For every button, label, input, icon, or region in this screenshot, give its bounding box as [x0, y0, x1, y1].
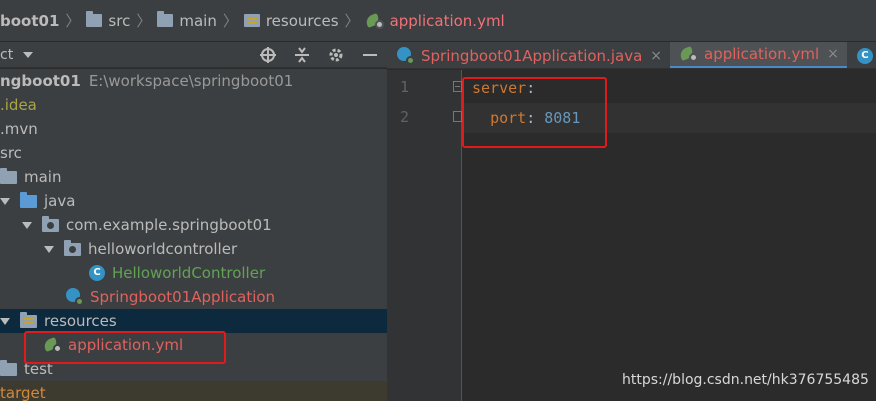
line-number: 2 — [399, 108, 409, 126]
tree-item-java[interactable]: java — [0, 189, 387, 213]
chevron-down-icon[interactable] — [0, 317, 10, 325]
tree-item-main[interactable]: main — [0, 165, 387, 189]
breadcrumb-separator: 〉 — [136, 12, 152, 30]
locate-file-icon[interactable] — [259, 46, 277, 64]
tree-subpackage-label: helloworldcontroller — [88, 240, 238, 258]
breadcrumb-src[interactable]: src — [86, 0, 131, 41]
close-icon[interactable]: × — [650, 48, 662, 64]
folder-icon — [157, 11, 174, 27]
chevron-down-icon[interactable] — [44, 245, 54, 253]
chevron-down-icon[interactable] — [23, 51, 34, 58]
resources-folder-icon — [243, 14, 260, 27]
tree-item-resources[interactable]: resources — [0, 309, 387, 333]
tree-item-controller-class[interactable]: C HelloworldController — [0, 261, 387, 285]
breadcrumb-main-label: main — [179, 11, 217, 30]
chevron-down-icon[interactable] — [0, 197, 10, 205]
folder-icon — [86, 11, 103, 27]
spring-yml-icon — [678, 46, 698, 62]
project-panel-header: ct — [0, 42, 387, 68]
tab-springboot01application[interactable]: Springboot01Application.java × — [387, 42, 670, 68]
tree-controller-label: HelloworldController — [112, 264, 266, 282]
breadcrumb-separator: 〉 — [65, 12, 81, 30]
watermark-text: https://blog.csdn.net/hk376755485 — [622, 372, 869, 388]
breadcrumb-separator: 〉 — [344, 12, 360, 30]
line-number: 1 — [399, 78, 409, 96]
class-icon: C — [856, 47, 873, 64]
tree-item-app-class[interactable]: Springboot01Application — [0, 285, 387, 309]
spring-yml-icon — [364, 12, 384, 29]
tab-label: application.yml — [704, 45, 820, 63]
spring-boot-class-icon — [397, 46, 415, 65]
collapse-all-icon[interactable] — [293, 46, 311, 64]
breadcrumb-project-label: boot01 — [0, 11, 60, 30]
tree-target-label: target — [0, 384, 46, 401]
tree-main-label: main — [24, 168, 62, 186]
highlight-box-code — [462, 77, 607, 148]
chevron-down-icon[interactable] — [22, 221, 32, 229]
breadcrumb-file[interactable]: application.yml — [364, 0, 505, 41]
folder-icon — [0, 167, 17, 184]
spring-boot-class-icon — [66, 288, 84, 306]
tree-java-label: java — [44, 192, 76, 210]
tree-item-target[interactable]: target — [0, 381, 387, 401]
tree-item-subpackage[interactable]: helloworldcontroller — [0, 237, 387, 261]
tree-item-idea[interactable]: .idea — [0, 93, 387, 117]
package-icon — [42, 215, 59, 232]
tree-item-package[interactable]: com.example.springboot01 — [0, 213, 387, 237]
close-icon[interactable]: × — [827, 46, 839, 62]
tree-resources-label: resources — [44, 312, 117, 330]
tree-item-root[interactable]: ngboot01 E:\workspace\springboot01 — [0, 69, 387, 93]
editor-tabs: Springboot01Application.java × applicati… — [387, 42, 876, 69]
fold-toggle-icon[interactable] — [453, 81, 462, 92]
breadcrumb-project[interactable]: boot01 — [0, 0, 60, 41]
tree-mvn-label: .mvn — [0, 120, 38, 138]
tree-root-label: ngboot01 — [0, 72, 81, 90]
breadcrumb-main[interactable]: main — [157, 0, 217, 41]
breadcrumb-src-label: src — [108, 11, 131, 30]
tree-src-label: src — [0, 144, 22, 162]
breadcrumb-resources-label: resources — [265, 11, 339, 30]
gear-icon[interactable] — [327, 46, 345, 64]
tree-package-label: com.example.springboot01 — [66, 216, 272, 234]
project-panel-toolbar — [259, 42, 379, 68]
tab-label: Springboot01Application.java — [421, 46, 643, 65]
breadcrumb-file-label: application.yml — [389, 11, 505, 30]
tree-idea-label: .idea — [0, 96, 37, 114]
editor-gutter: 1 2 — [387, 70, 462, 401]
highlight-box-yml — [24, 331, 226, 364]
breadcrumb-resources[interactable]: resources — [243, 0, 339, 41]
fold-end-icon[interactable] — [453, 111, 462, 122]
resources-folder-icon — [20, 311, 37, 328]
tab-helloworldcontroller[interactable]: C H — [847, 42, 876, 68]
class-icon: C — [89, 265, 105, 281]
tree-item-src[interactable]: src — [0, 141, 387, 165]
breadcrumb-separator: 〉 — [222, 12, 238, 30]
tree-app-label: Springboot01Application — [90, 288, 276, 306]
project-panel-title[interactable]: ct — [0, 47, 13, 63]
folder-icon — [0, 359, 17, 376]
folder-icon — [20, 191, 37, 208]
package-icon — [64, 239, 81, 256]
minimize-icon[interactable] — [361, 46, 379, 64]
tab-application-yml[interactable]: application.yml × — [670, 42, 847, 68]
tree-root-path: E:\workspace\springboot01 — [88, 72, 294, 90]
breadcrumb: boot01 〉 src 〉 main 〉 resources 〉 applic… — [0, 0, 876, 42]
tree-item-mvn[interactable]: .mvn — [0, 117, 387, 141]
